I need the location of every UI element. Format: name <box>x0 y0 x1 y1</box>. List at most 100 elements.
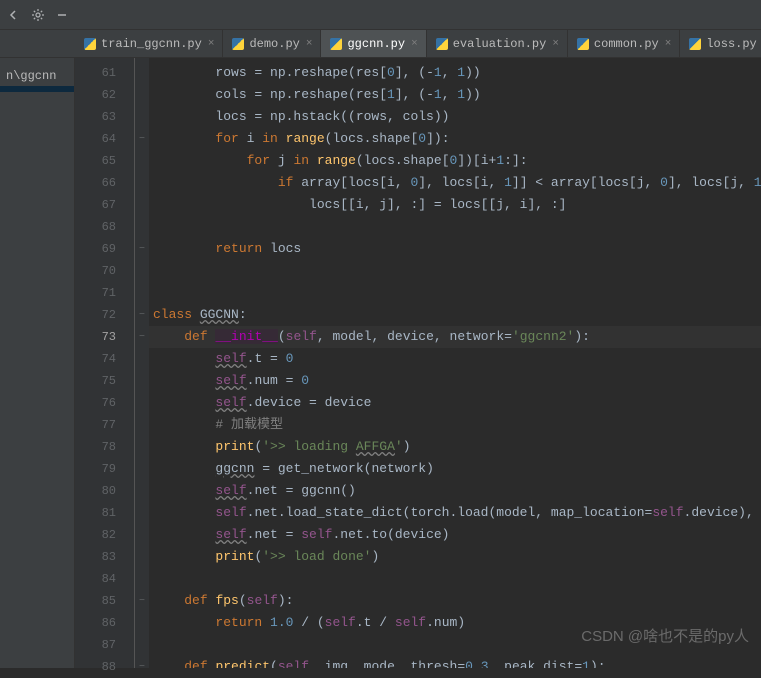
code-line[interactable]: rows = np.reshape(res[0], (-1, 1)) <box>149 62 761 84</box>
code-line[interactable]: print('>> load done') <box>149 546 761 568</box>
code-line[interactable]: return 1.0 / (self.t / self.num) <box>149 612 761 634</box>
line-number: 61 <box>75 62 134 84</box>
line-number: 69 <box>75 238 134 260</box>
fold-column: −−−−−− <box>135 58 149 668</box>
tab-bar: train_ggcnn.py×demo.py×ggcnn.py×evaluati… <box>0 30 761 58</box>
fold-marker[interactable]: − <box>135 326 149 348</box>
code-line[interactable]: locs = np.hstack((rows, cols)) <box>149 106 761 128</box>
line-number: 75 <box>75 370 134 392</box>
tab-label: evaluation.py <box>453 37 547 51</box>
fold-marker[interactable]: − <box>135 238 149 260</box>
line-number: 76 <box>75 392 134 414</box>
code-line[interactable]: self.device = device <box>149 392 761 414</box>
line-number: 88 <box>75 656 134 678</box>
line-number: 66 <box>75 172 134 194</box>
code-line[interactable]: def fps(self): <box>149 590 761 612</box>
line-number: 85 <box>75 590 134 612</box>
python-file-icon <box>83 37 97 51</box>
python-file-icon <box>688 37 702 51</box>
fold-marker[interactable]: − <box>135 304 149 326</box>
fold-marker <box>135 524 149 546</box>
code-line[interactable]: return locs <box>149 238 761 260</box>
fold-marker <box>135 414 149 436</box>
line-number: 81 <box>75 502 134 524</box>
python-file-icon <box>231 37 245 51</box>
fold-marker <box>135 480 149 502</box>
code-line[interactable]: self.t = 0 <box>149 348 761 370</box>
code-line[interactable]: self.net.load_state_dict(torch.load(mode… <box>149 502 761 524</box>
fold-marker <box>135 392 149 414</box>
fold-marker[interactable]: − <box>135 590 149 612</box>
line-number: 77 <box>75 414 134 436</box>
code-line[interactable]: self.num = 0 <box>149 370 761 392</box>
tab-evaluation-py[interactable]: evaluation.py × <box>427 30 568 57</box>
close-icon[interactable]: × <box>208 38 215 50</box>
code-editor[interactable]: rows = np.reshape(res[0], (-1, 1)) cols … <box>149 58 761 668</box>
code-line[interactable]: ggcnn = get_network(network) <box>149 458 761 480</box>
line-number: 68 <box>75 216 134 238</box>
tab-train_ggcnn-py[interactable]: train_ggcnn.py × <box>75 30 223 57</box>
toolbar <box>0 0 761 30</box>
fold-marker <box>135 282 149 304</box>
gear-icon[interactable] <box>30 7 46 23</box>
code-line[interactable]: print('>> loading AFFGA') <box>149 436 761 458</box>
fold-marker <box>135 106 149 128</box>
fold-marker[interactable]: − <box>135 128 149 150</box>
tab-common-py[interactable]: common.py× <box>568 30 680 57</box>
line-number: 87 <box>75 634 134 656</box>
tab-loss-py[interactable]: loss.py× <box>680 30 761 57</box>
line-number: 86 <box>75 612 134 634</box>
sidebar-item[interactable] <box>0 86 74 92</box>
code-line[interactable]: locs[[i, j], :] = locs[[j, i], :] <box>149 194 761 216</box>
line-number: 73 <box>75 326 134 348</box>
close-icon[interactable]: × <box>306 38 313 50</box>
close-icon[interactable]: × <box>552 38 559 50</box>
tab-ggcnn-py[interactable]: ggcnn.py× <box>321 30 426 57</box>
close-icon[interactable]: × <box>411 38 418 50</box>
code-line[interactable]: self.net = self.net.to(device) <box>149 524 761 546</box>
line-number: 62 <box>75 84 134 106</box>
fold-marker <box>135 62 149 84</box>
fold-marker <box>135 436 149 458</box>
fold-marker <box>135 150 149 172</box>
line-number: 82 <box>75 524 134 546</box>
code-line[interactable]: def __init__(self, model, device, networ… <box>149 326 761 348</box>
code-line[interactable] <box>149 216 761 238</box>
code-line[interactable] <box>149 568 761 590</box>
code-line[interactable]: class GGCNN: <box>149 304 761 326</box>
python-file-icon <box>329 37 343 51</box>
line-number: 80 <box>75 480 134 502</box>
fold-marker <box>135 348 149 370</box>
minus-icon[interactable] <box>54 7 70 23</box>
line-number: 72 <box>75 304 134 326</box>
code-line[interactable]: # 加载模型 <box>149 414 761 436</box>
fold-marker <box>135 612 149 634</box>
line-number: 71 <box>75 282 134 304</box>
fold-marker <box>135 172 149 194</box>
tab-demo-py[interactable]: demo.py× <box>223 30 321 57</box>
fold-marker <box>135 84 149 106</box>
code-line[interactable] <box>149 282 761 304</box>
line-number: 70 <box>75 260 134 282</box>
line-number: 64 <box>75 128 134 150</box>
line-number: 78 <box>75 436 134 458</box>
fold-marker <box>135 216 149 238</box>
code-line[interactable]: self.net = ggcnn() <box>149 480 761 502</box>
code-line[interactable]: cols = np.reshape(res[1], (-1, 1)) <box>149 84 761 106</box>
code-line[interactable]: if array[locs[i, 0], locs[i, 1]] < array… <box>149 172 761 194</box>
fold-marker <box>135 194 149 216</box>
fold-marker[interactable]: − <box>135 656 149 678</box>
code-line[interactable] <box>149 634 761 656</box>
fold-marker <box>135 568 149 590</box>
close-icon[interactable]: × <box>665 38 672 50</box>
line-number: 79 <box>75 458 134 480</box>
fold-marker <box>135 546 149 568</box>
code-line[interactable]: for i in range(locs.shape[0]): <box>149 128 761 150</box>
line-number-gutter: 6162636465666768697071727374757677787980… <box>75 58 135 668</box>
code-line[interactable]: def predict(self, img, mode, thresh=0.3,… <box>149 656 761 668</box>
code-line[interactable]: for j in range(locs.shape[0])[i+1:]: <box>149 150 761 172</box>
sidebar-item[interactable]: n\ggcnn <box>0 66 74 86</box>
code-line[interactable] <box>149 260 761 282</box>
tab-label: train_ggcnn.py <box>101 37 202 51</box>
chevron-left-icon[interactable] <box>6 7 22 23</box>
